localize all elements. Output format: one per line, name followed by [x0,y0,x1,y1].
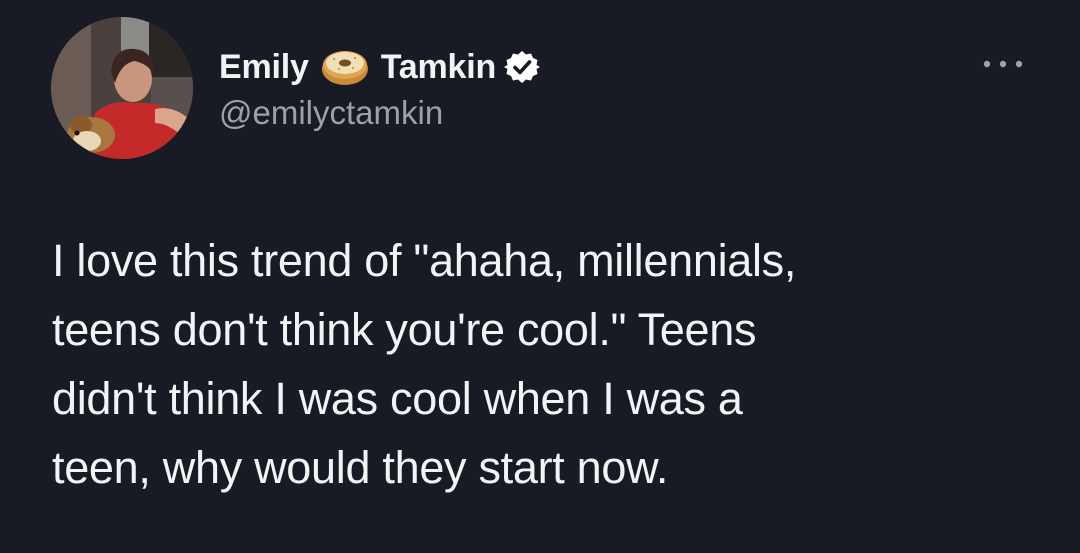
author-last-name: Tamkin [380,47,497,86]
author-handle[interactable]: @emilyctamkin [219,94,443,132]
author-name[interactable]: Emily Tamkin [219,44,541,90]
tweet-text-line: teens don't think you're cool." Teens [52,304,757,355]
verified-badge-icon [504,49,541,85]
avatar[interactable] [51,17,193,159]
author-first-name: Emily [219,47,309,86]
tweet-text-line: didn't think I was cool when I was a [52,373,743,424]
bagel-emoji-icon [319,45,371,89]
more-options-button[interactable] [980,54,1026,74]
tweet-card: Emily Tamkin @emilyctamkin I love this t… [0,0,1080,553]
tweet-text-line: teen, why would they start now. [52,442,669,493]
avatar-photo [51,17,193,159]
more-dots-icon [983,60,1023,68]
tweet-text-line: I love this trend of "ahaha, millennials… [52,235,797,286]
tweet-text: I love this trend of "ahaha, millennials… [52,226,1052,502]
